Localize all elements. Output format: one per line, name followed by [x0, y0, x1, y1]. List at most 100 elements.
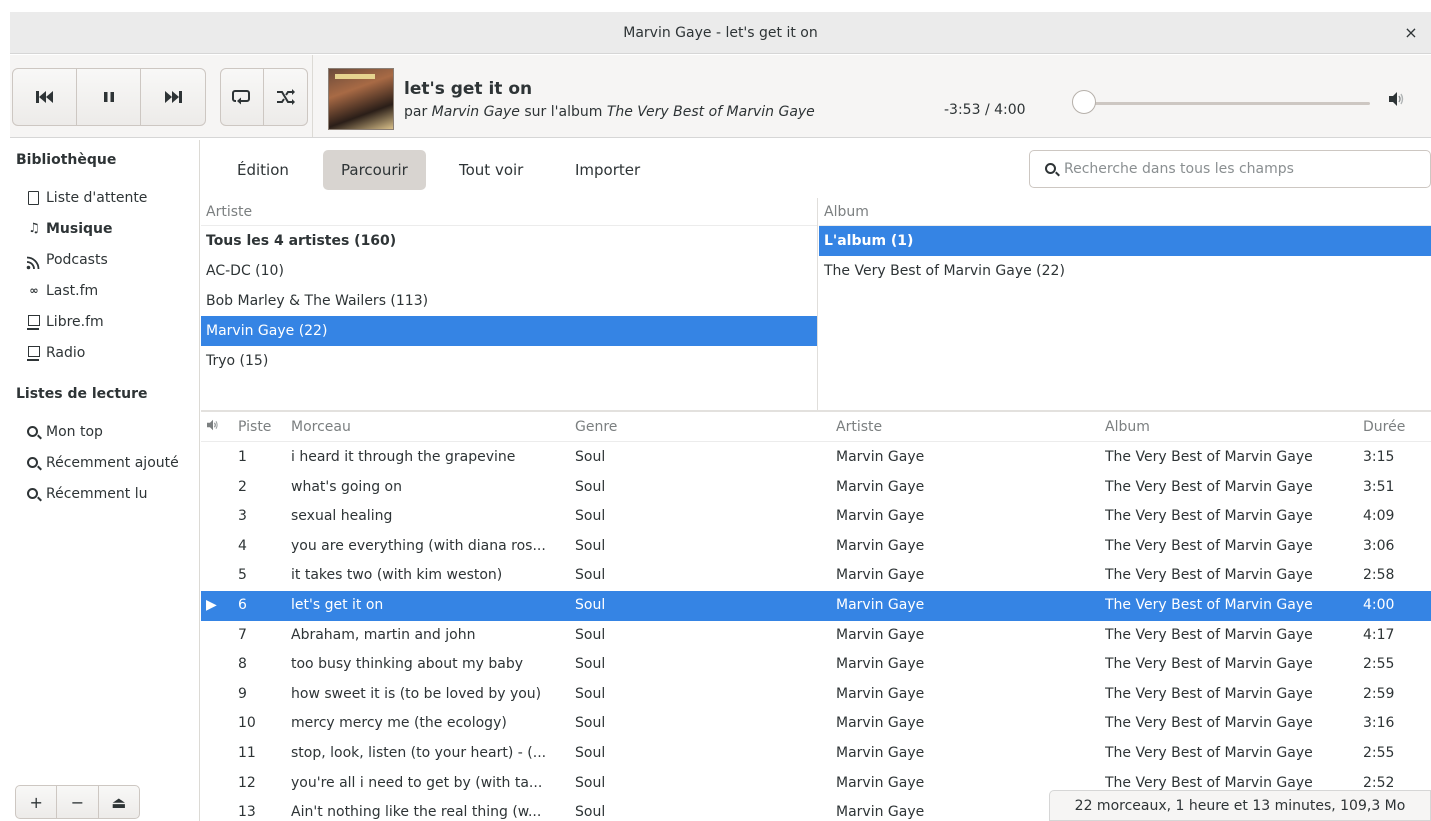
shuffle-icon	[276, 89, 295, 105]
track-genre: Soul	[575, 597, 606, 613]
close-icon[interactable]: ×	[1399, 21, 1423, 45]
track-genre: Soul	[575, 508, 606, 525]
table-row[interactable]: 4 you are everything (with diana ros... So…	[201, 532, 1431, 562]
search-input[interactable]	[1064, 151, 1424, 187]
album-column-header[interactable]: Album	[819, 198, 1431, 226]
track-album: The Very Best of Marvin Gaye	[1105, 567, 1313, 584]
tab-tout-voir[interactable]: Tout voir	[441, 150, 541, 190]
track-number: 8	[238, 656, 247, 673]
track-title: too busy thinking about my baby	[291, 656, 524, 673]
track-number: 9	[238, 685, 247, 702]
table-row[interactable]: 8 too busy thinking about my baby Soul Marv…	[201, 650, 1431, 680]
status-text: 22 morceaux, 1 heure et 13 minutes, 109,…	[1074, 798, 1406, 814]
sidebar-item-label: Mon top	[46, 424, 103, 440]
track-number: 4	[238, 537, 247, 554]
track-album: The Very Best of Marvin Gaye	[1105, 685, 1313, 702]
table-row[interactable]: 7 Abraham, martin and john Soul Marvin Gaye…	[201, 621, 1431, 651]
previous-icon	[35, 91, 53, 103]
tab-edition[interactable]: Édition	[219, 150, 307, 190]
sidebar-item-queue[interactable]: Liste d'attente	[26, 184, 147, 212]
sidebar-item-music[interactable]: ♫ Musique	[26, 215, 112, 243]
table-row[interactable]: 2 what's going on Soul Marvin Gaye The Very …	[201, 473, 1431, 503]
sidebar-item-radio[interactable]: Radio	[26, 339, 85, 367]
track-genre: Soul	[575, 685, 606, 702]
table-row[interactable]: 9 how sweet it is (to be loved by you) Sou…	[201, 680, 1431, 710]
column-header-artiste[interactable]: Artiste	[836, 412, 1096, 442]
seek-bar[interactable]	[1080, 102, 1370, 105]
track-album: The Very Best of Marvin Gaye	[1105, 478, 1313, 495]
track-duration: 4:09	[1363, 508, 1395, 525]
view-tabs: Édition Parcourir Tout voir Importer	[201, 140, 1431, 198]
table-row[interactable]: 3 sexual healing Soul Marvin Gaye The Very B…	[201, 502, 1431, 532]
tab-importer[interactable]: Importer	[557, 150, 658, 190]
artist-row-selected[interactable]: Marvin Gaye (22)	[201, 316, 817, 346]
table-row[interactable]: 11 stop, look, listen (to your heart) - (…	[201, 739, 1431, 769]
sidebar-item-label: Libre.fm	[46, 314, 104, 330]
previous-button[interactable]	[13, 69, 77, 125]
track-duration: 2:58	[1363, 567, 1395, 584]
tab-parcourir[interactable]: Parcourir	[323, 150, 426, 190]
status-bar: 22 morceaux, 1 heure et 13 minutes, 109,…	[1049, 790, 1431, 821]
artist-row[interactable]: Tryo (15)	[201, 346, 817, 376]
track-title: you are everything (with diana ros...	[291, 537, 546, 554]
repeat-button[interactable]	[221, 69, 264, 125]
search-icon	[27, 425, 38, 437]
album-browser: Album L'album (1) The Very Best of Marvi…	[819, 198, 1431, 410]
title-bar: Marvin Gaye - let's get it on ×	[10, 12, 1431, 54]
transport-controls	[12, 68, 206, 126]
track-artist: Marvin Gaye	[836, 656, 925, 673]
sidebar-item-label: Récemment ajouté	[46, 455, 179, 471]
seek-handle[interactable]	[1072, 90, 1096, 114]
next-icon	[165, 91, 182, 103]
sidebar-item-recently-played[interactable]: Récemment lu	[26, 480, 148, 508]
volume-button[interactable]	[1388, 91, 1412, 115]
album-row-all[interactable]: L'album (1)	[819, 226, 1431, 256]
table-row[interactable]: 5 it takes two (with kim weston) Soul Marvi…	[201, 561, 1431, 591]
next-button[interactable]	[141, 69, 205, 125]
track-number: 12	[238, 774, 256, 791]
table-row[interactable]: 1 i heard it through the grapevine Soul Mar…	[201, 443, 1431, 473]
playlists-heading: Listes de lecture	[16, 386, 148, 402]
track-album: The Very Best of Marvin Gaye	[1105, 508, 1313, 525]
sidebar: Bibliothèque Liste d'attente ♫ Musique P…	[10, 140, 200, 821]
remove-playlist-button[interactable]: −	[57, 786, 99, 818]
track-genre: Soul	[575, 567, 606, 584]
track-genre: Soul	[575, 804, 606, 821]
track-title: stop, look, listen (to your heart) - (..…	[291, 745, 547, 761]
column-header-duree[interactable]: Durée	[1363, 412, 1427, 442]
table-row[interactable]: 10 mercy mercy me (the ecology) Soul Marvin…	[201, 709, 1431, 739]
track-album: The Very Best of Marvin Gaye	[1105, 656, 1313, 673]
eject-button[interactable]: ⏏	[99, 786, 139, 818]
sidebar-item-recently-added[interactable]: Récemment ajouté	[26, 449, 179, 477]
track-album: The Very Best of Marvin Gaye	[1105, 715, 1313, 732]
add-playlist-button[interactable]: +	[16, 786, 58, 818]
pause-button[interactable]	[77, 69, 141, 125]
sidebar-item-lastfm[interactable]: ∞ Last.fm	[26, 277, 98, 305]
sidebar-item-podcasts[interactable]: Podcasts	[26, 246, 108, 274]
table-row-playing[interactable]: ▶ 6 let's get it on Soul Marvin Gaye The Very…	[201, 591, 1431, 621]
window-title: Marvin Gaye - let's get it on	[623, 25, 818, 41]
track-title: what's going on	[291, 478, 402, 495]
column-header-album[interactable]: Album	[1105, 412, 1359, 442]
column-header-morceau[interactable]: Morceau	[291, 412, 569, 442]
artist-column-header[interactable]: Artiste	[201, 198, 817, 226]
artist-row-all[interactable]: Tous les 4 artistes (160)	[201, 226, 817, 256]
sidebar-item-label: Radio	[46, 345, 86, 361]
artist-row[interactable]: Bob Marley & The Wailers (113)	[201, 286, 817, 316]
sidebar-item-top[interactable]: Mon top	[26, 418, 103, 446]
repeat-icon	[232, 90, 250, 105]
track-artist: Marvin Gaye	[836, 567, 925, 584]
shuffle-button[interactable]	[264, 69, 307, 125]
track-number: 1	[238, 449, 247, 465]
column-header-piste[interactable]: Piste	[238, 412, 282, 442]
track-artist: Marvin Gaye	[836, 478, 925, 495]
search-icon	[1045, 163, 1056, 174]
speaker-icon	[1389, 92, 1404, 106]
sidebar-item-librefm[interactable]: Libre.fm	[26, 308, 104, 336]
track-genre: Soul	[575, 656, 606, 673]
album-row[interactable]: The Very Best of Marvin Gaye (22)	[819, 256, 1431, 286]
playing-column-header[interactable]	[206, 412, 230, 442]
header-separator	[312, 55, 313, 137]
column-header-genre[interactable]: Genre	[575, 412, 825, 442]
artist-row[interactable]: AC-DC (10)	[201, 256, 817, 286]
